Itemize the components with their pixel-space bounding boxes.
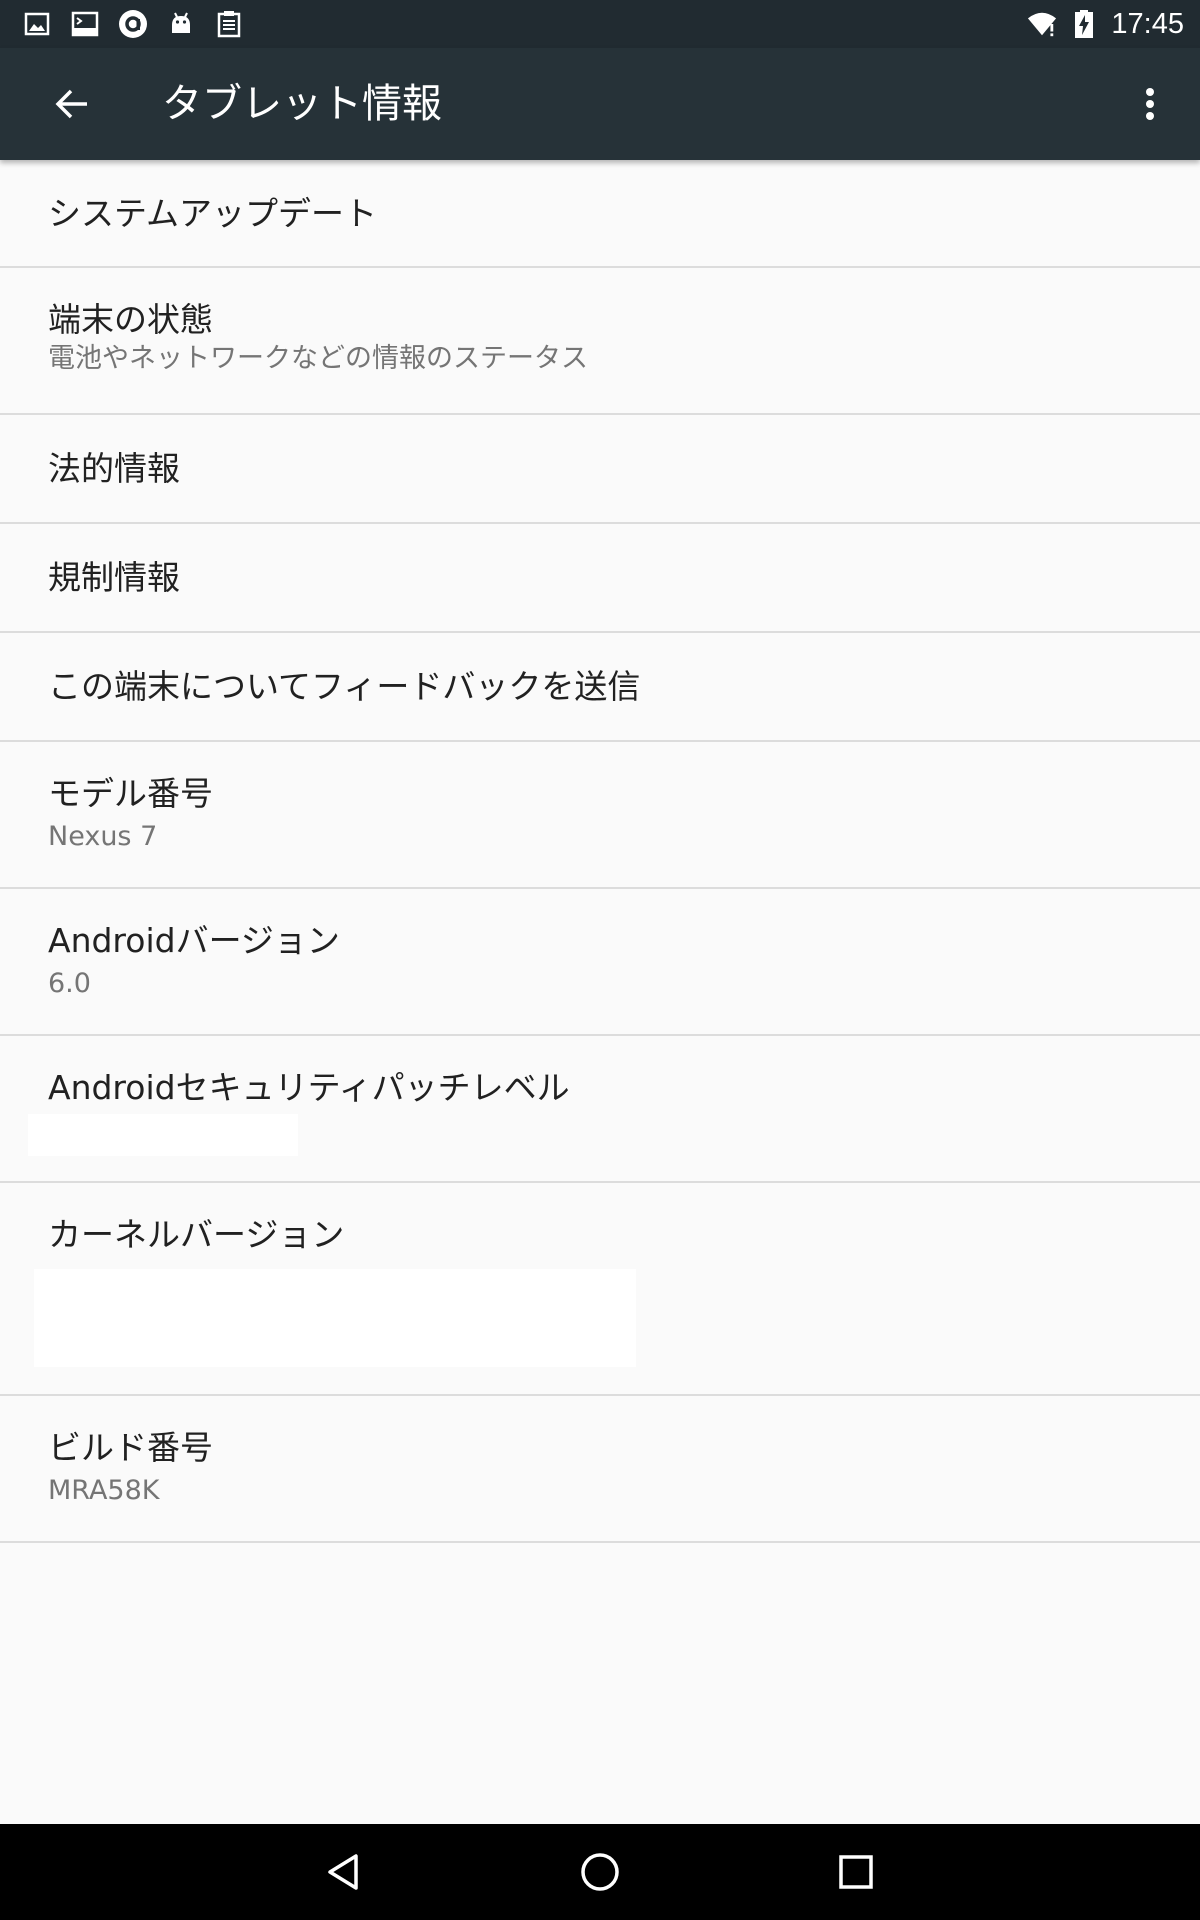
pref-title: モデル番号 bbox=[48, 774, 213, 813]
pref-kernel-version: カーネルバージョン bbox=[0, 1183, 1200, 1396]
pref-summary: 電池やネットワークなどの情報のステータス bbox=[48, 343, 588, 374]
back-button[interactable] bbox=[36, 76, 108, 132]
pref-title: Androidセキュリティパッチレベル bbox=[48, 1068, 570, 1107]
status-bar: 17:45 bbox=[0, 0, 1200, 48]
pref-model-number: モデル番号 Nexus 7 bbox=[0, 742, 1200, 889]
clipboard-icon bbox=[214, 9, 244, 39]
notification-icons bbox=[22, 8, 262, 40]
status-time: 17:45 bbox=[1111, 7, 1184, 40]
pref-title: この端末についてフィードバックを送信 bbox=[48, 667, 641, 706]
pref-title: システムアップデート bbox=[48, 194, 378, 233]
pref-title: 規制情報 bbox=[48, 558, 180, 597]
wifi-icon bbox=[1027, 9, 1057, 39]
pref-title: カーネルバージョン bbox=[48, 1215, 345, 1254]
arrow-back-icon bbox=[55, 89, 87, 119]
pref-legal-info[interactable]: 法的情報 bbox=[0, 415, 1200, 524]
pref-title: 法的情報 bbox=[48, 449, 180, 488]
nav-recents-button[interactable] bbox=[826, 1842, 886, 1902]
pref-send-feedback[interactable]: この端末についてフィードバックを送信 bbox=[0, 633, 1200, 742]
recents-square-icon bbox=[839, 1855, 873, 1889]
system-status-icons: 17:45 bbox=[1015, 6, 1184, 42]
terminal-icon bbox=[70, 9, 100, 39]
image-icon bbox=[22, 9, 52, 39]
pref-summary: 6.0 bbox=[48, 968, 91, 999]
redacted-summary bbox=[34, 1269, 636, 1367]
nav-home-button[interactable] bbox=[570, 1842, 630, 1902]
pref-regulatory-info[interactable]: 規制情報 bbox=[0, 524, 1200, 633]
redacted-summary bbox=[28, 1114, 298, 1156]
pref-title: Androidバージョン bbox=[48, 921, 340, 960]
pref-build-number[interactable]: ビルド番号 MRA58K bbox=[0, 1396, 1200, 1543]
page-title: タブレット情報 bbox=[162, 81, 442, 127]
settings-list: システムアップデート 端末の状態 電池やネットワークなどの情報のステータス 法的… bbox=[0, 160, 1200, 1543]
pref-security-patch-level: Androidセキュリティパッチレベル bbox=[0, 1036, 1200, 1183]
pref-title: ビルド番号 bbox=[48, 1428, 213, 1467]
pref-android-version[interactable]: Androidバージョン 6.0 bbox=[0, 889, 1200, 1036]
overflow-menu-button[interactable] bbox=[1122, 76, 1178, 132]
pref-summary: MRA58K bbox=[48, 1475, 160, 1506]
circle-a-icon bbox=[118, 9, 148, 39]
more-vert-icon bbox=[1146, 88, 1154, 120]
home-circle-icon bbox=[581, 1853, 619, 1891]
pref-system-update[interactable]: システムアップデート bbox=[0, 160, 1200, 268]
pref-device-status[interactable]: 端末の状態 電池やネットワークなどの情報のステータス bbox=[0, 268, 1200, 415]
android-icon bbox=[166, 9, 196, 39]
battery-charging-icon bbox=[1069, 9, 1099, 39]
navigation-bar bbox=[0, 1824, 1200, 1920]
app-toolbar: タブレット情報 bbox=[0, 48, 1200, 160]
pref-title: 端末の状態 bbox=[48, 300, 213, 339]
pref-summary: Nexus 7 bbox=[48, 821, 158, 852]
nav-back-button[interactable] bbox=[314, 1842, 374, 1902]
back-triangle-icon bbox=[328, 1854, 358, 1890]
